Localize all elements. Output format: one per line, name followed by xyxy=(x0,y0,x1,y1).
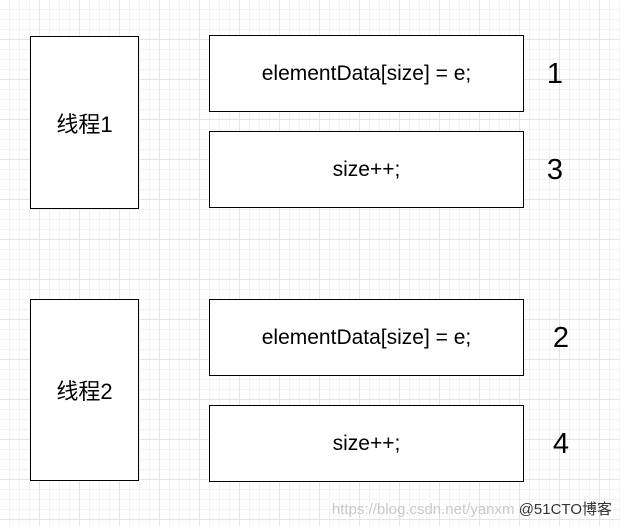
thread-2-statement-1-code: elementData[size] = e; xyxy=(261,325,472,349)
thread-1-statement-2-order: 3 xyxy=(546,154,564,186)
watermark-brand: @51CTO博客 xyxy=(518,501,612,518)
thread-1-box: 线程1 xyxy=(30,36,139,209)
thread-1-label: 线程1 xyxy=(56,111,113,137)
thread-1-statement-1-order: 1 xyxy=(546,58,564,90)
thread-2-statement-1-box: elementData[size] = e; xyxy=(209,299,524,376)
thread-1-statement-1-code: elementData[size] = e; xyxy=(261,61,472,85)
thread-1-statement-2-code: size++; xyxy=(332,157,401,181)
thread-1-statement-1-box: elementData[size] = e; xyxy=(209,35,524,112)
thread-1-statement-2-box: size++; xyxy=(209,131,524,208)
thread-2-label: 线程2 xyxy=(56,379,113,404)
watermark-faint-url: https://blog.csdn.net/yanxm xyxy=(331,501,515,518)
thread-2-statement-2-code: size++; xyxy=(332,431,401,455)
watermark: https://blog.csdn.net/yanxm @51CTO博客 xyxy=(332,498,612,519)
thread-2-statement-1-order: 2 xyxy=(552,322,570,354)
thread-2-statement-2-order: 4 xyxy=(552,428,570,460)
thread-2-box: 线程2 xyxy=(30,299,139,481)
thread-2-statement-2-box: size++; xyxy=(209,405,524,482)
